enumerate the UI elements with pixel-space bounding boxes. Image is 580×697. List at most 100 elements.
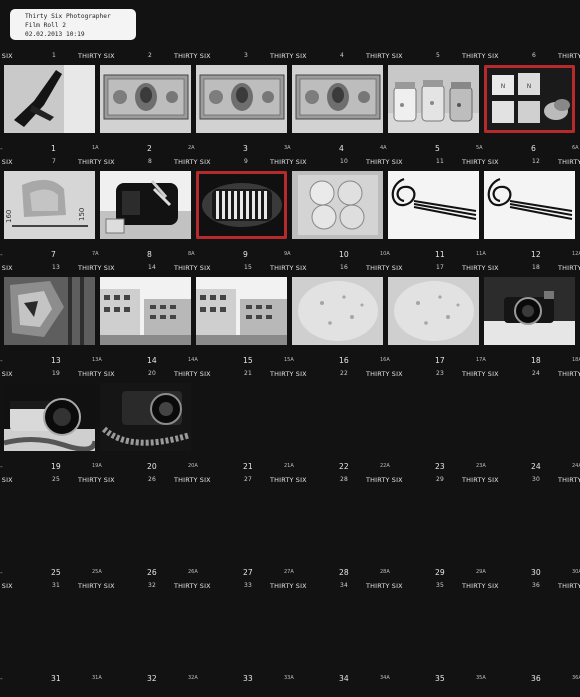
frame-half-number: 3A — [284, 145, 291, 151]
film-strip: THIRTY SIX 13 THIRTY SIX 14 THIRTY SIX 15 THIR… — [0, 263, 580, 369]
photo-frame[interactable] — [196, 171, 287, 239]
frame-number: 30 — [531, 568, 541, 577]
edge-brand-text: THIRTY SIX — [462, 582, 499, 590]
frame-number: 28 — [339, 568, 349, 577]
photo-frame[interactable] — [196, 65, 287, 133]
photo-frame[interactable] — [4, 277, 95, 345]
edge-brand-text: THIRTY SIX — [0, 264, 13, 272]
edge-frame-number: 11 — [436, 158, 445, 165]
photo-frame[interactable] — [484, 277, 575, 345]
edge-frame-number: 13 — [52, 264, 61, 271]
frame-marker-dash: - — [0, 568, 3, 577]
frame-number: 18 — [531, 356, 541, 365]
photo-frame[interactable]: 160 150 — [4, 171, 95, 239]
frame-number: 29 — [435, 568, 445, 577]
photo-frame[interactable] — [388, 65, 479, 133]
frame-number: 33 — [243, 674, 253, 683]
edge-frame-number: 9 — [244, 158, 249, 165]
edge-brand-text: THIRTY SIX — [270, 582, 307, 590]
frame-marker-dash: - — [0, 144, 3, 153]
edge-frame-number: 7 — [52, 158, 57, 165]
frame-number: 32 — [147, 674, 157, 683]
edge-brand-text: THIRTY SIX — [270, 370, 307, 378]
svg-text:N: N — [501, 83, 506, 90]
roll-name: Film Roll 2 — [25, 22, 66, 29]
edge-frame-number: 25 — [52, 476, 61, 483]
frame-number: 35 — [435, 674, 445, 683]
frame-number: 23 — [435, 462, 445, 471]
edge-frame-number: 12 — [532, 158, 541, 165]
frame-half-number: 31A — [92, 675, 102, 681]
frame-half-number: 30A — [572, 569, 580, 575]
edge-frame-number: 14 — [148, 264, 157, 271]
frame-number: 14 — [147, 356, 157, 365]
edge-brand-text: THIRTY SIX — [78, 476, 115, 484]
frame-half-number: 20A — [188, 463, 198, 469]
photo-frame[interactable] — [388, 171, 479, 239]
edge-frame-number: 34 — [340, 582, 349, 589]
frame-half-number: 21A — [284, 463, 294, 469]
film-strip: THIRTY SIX 7 THIRTY SIX 8 THIRTY SIX 9 THIRTY … — [0, 157, 580, 263]
frame-half-number: 19A — [92, 463, 102, 469]
edge-brand-text: THIRTY SIX — [0, 476, 13, 484]
frame-marker-dash: - — [0, 356, 3, 365]
edge-frame-number: 32 — [148, 582, 157, 589]
frame-number: 9 — [243, 250, 248, 259]
edge-brand-text: THIRTY SIX — [558, 582, 580, 590]
edge-brand-text: THIRTY SIX — [558, 158, 580, 166]
frame-half-number: 22A — [380, 463, 390, 469]
edge-frame-number: 35 — [436, 582, 445, 589]
frame-marker-dash: - — [0, 674, 3, 683]
edge-brand-text: THIRTY SIX — [462, 158, 499, 166]
edge-frame-number: 33 — [244, 582, 253, 589]
edge-brand-text: THIRTY SIX — [558, 264, 580, 272]
photo-frame[interactable] — [388, 277, 479, 345]
edge-frame-number: 5 — [436, 52, 441, 59]
edge-brand-text: THIRTY SIX — [174, 476, 211, 484]
edge-frame-number: 28 — [340, 476, 349, 483]
frame-number: 31 — [51, 674, 61, 683]
film-strip: THIRTY SIX 19 THIRTY SIX 20 THIRTY SIX 21 THIR… — [0, 369, 580, 475]
photo-frame[interactable] — [100, 65, 191, 133]
edge-brand-text: THIRTY SIX — [78, 370, 115, 378]
frame-number: 3 — [243, 144, 248, 153]
photo-frame[interactable] — [292, 171, 383, 239]
photo-frame[interactable] — [484, 171, 575, 239]
roll-label: Thirty Six Photographer Film Roll 2 02.0… — [10, 9, 136, 40]
frame-half-number: 34A — [380, 675, 390, 681]
edge-brand-text: THIRTY SIX — [78, 158, 115, 166]
photo-frame[interactable] — [4, 383, 95, 451]
edge-frame-number: 36 — [532, 582, 541, 589]
frame-number: 10 — [339, 250, 349, 259]
photo-frame[interactable] — [100, 383, 191, 451]
photo-frame[interactable] — [100, 277, 191, 345]
edge-frame-number: 17 — [436, 264, 445, 271]
edge-brand-text: THIRTY SIX — [462, 476, 499, 484]
strip-top-edge: THIRTY SIX 13 THIRTY SIX 14 THIRTY SIX 15 THIR… — [0, 263, 580, 275]
frame-number: 26 — [147, 568, 157, 577]
roll-date: 02.02.2013 10:19 — [25, 31, 85, 38]
frame-half-number: 25A — [92, 569, 102, 575]
frame-half-number: 18A — [572, 357, 580, 363]
frame-half-number: 29A — [476, 569, 486, 575]
photo-frame[interactable] — [196, 277, 287, 345]
photo-frame[interactable] — [4, 65, 95, 133]
photo-frame[interactable] — [292, 65, 383, 133]
edge-brand-text: THIRTY SIX — [270, 264, 307, 272]
edge-brand-text: THIRTY SIX — [270, 476, 307, 484]
frame-half-number: 6A — [572, 145, 579, 151]
frame-half-number: 10A — [380, 251, 390, 257]
edge-frame-number: 4 — [340, 52, 345, 59]
frame-number: 7 — [51, 250, 56, 259]
strip-bottom-edge: - 25 25A 26 26A 27 27A 28 28A 29 29A 30 30A — [0, 568, 580, 580]
photo-frame[interactable] — [292, 277, 383, 345]
frame-half-number: 7A — [92, 251, 99, 257]
frame-half-number: 33A — [284, 675, 294, 681]
photo-frame[interactable]: NN — [484, 65, 575, 133]
strip-bottom-edge: - 1 1A 2 2A 3 3A 4 4A 5 5A 6 6A — [0, 144, 580, 156]
frame-number: 1 — [51, 144, 56, 153]
edge-frame-number: 16 — [340, 264, 349, 271]
edge-brand-text: THIRTY SIX — [462, 264, 499, 272]
photo-frame[interactable] — [100, 171, 191, 239]
frame-half-number: 15A — [284, 357, 294, 363]
